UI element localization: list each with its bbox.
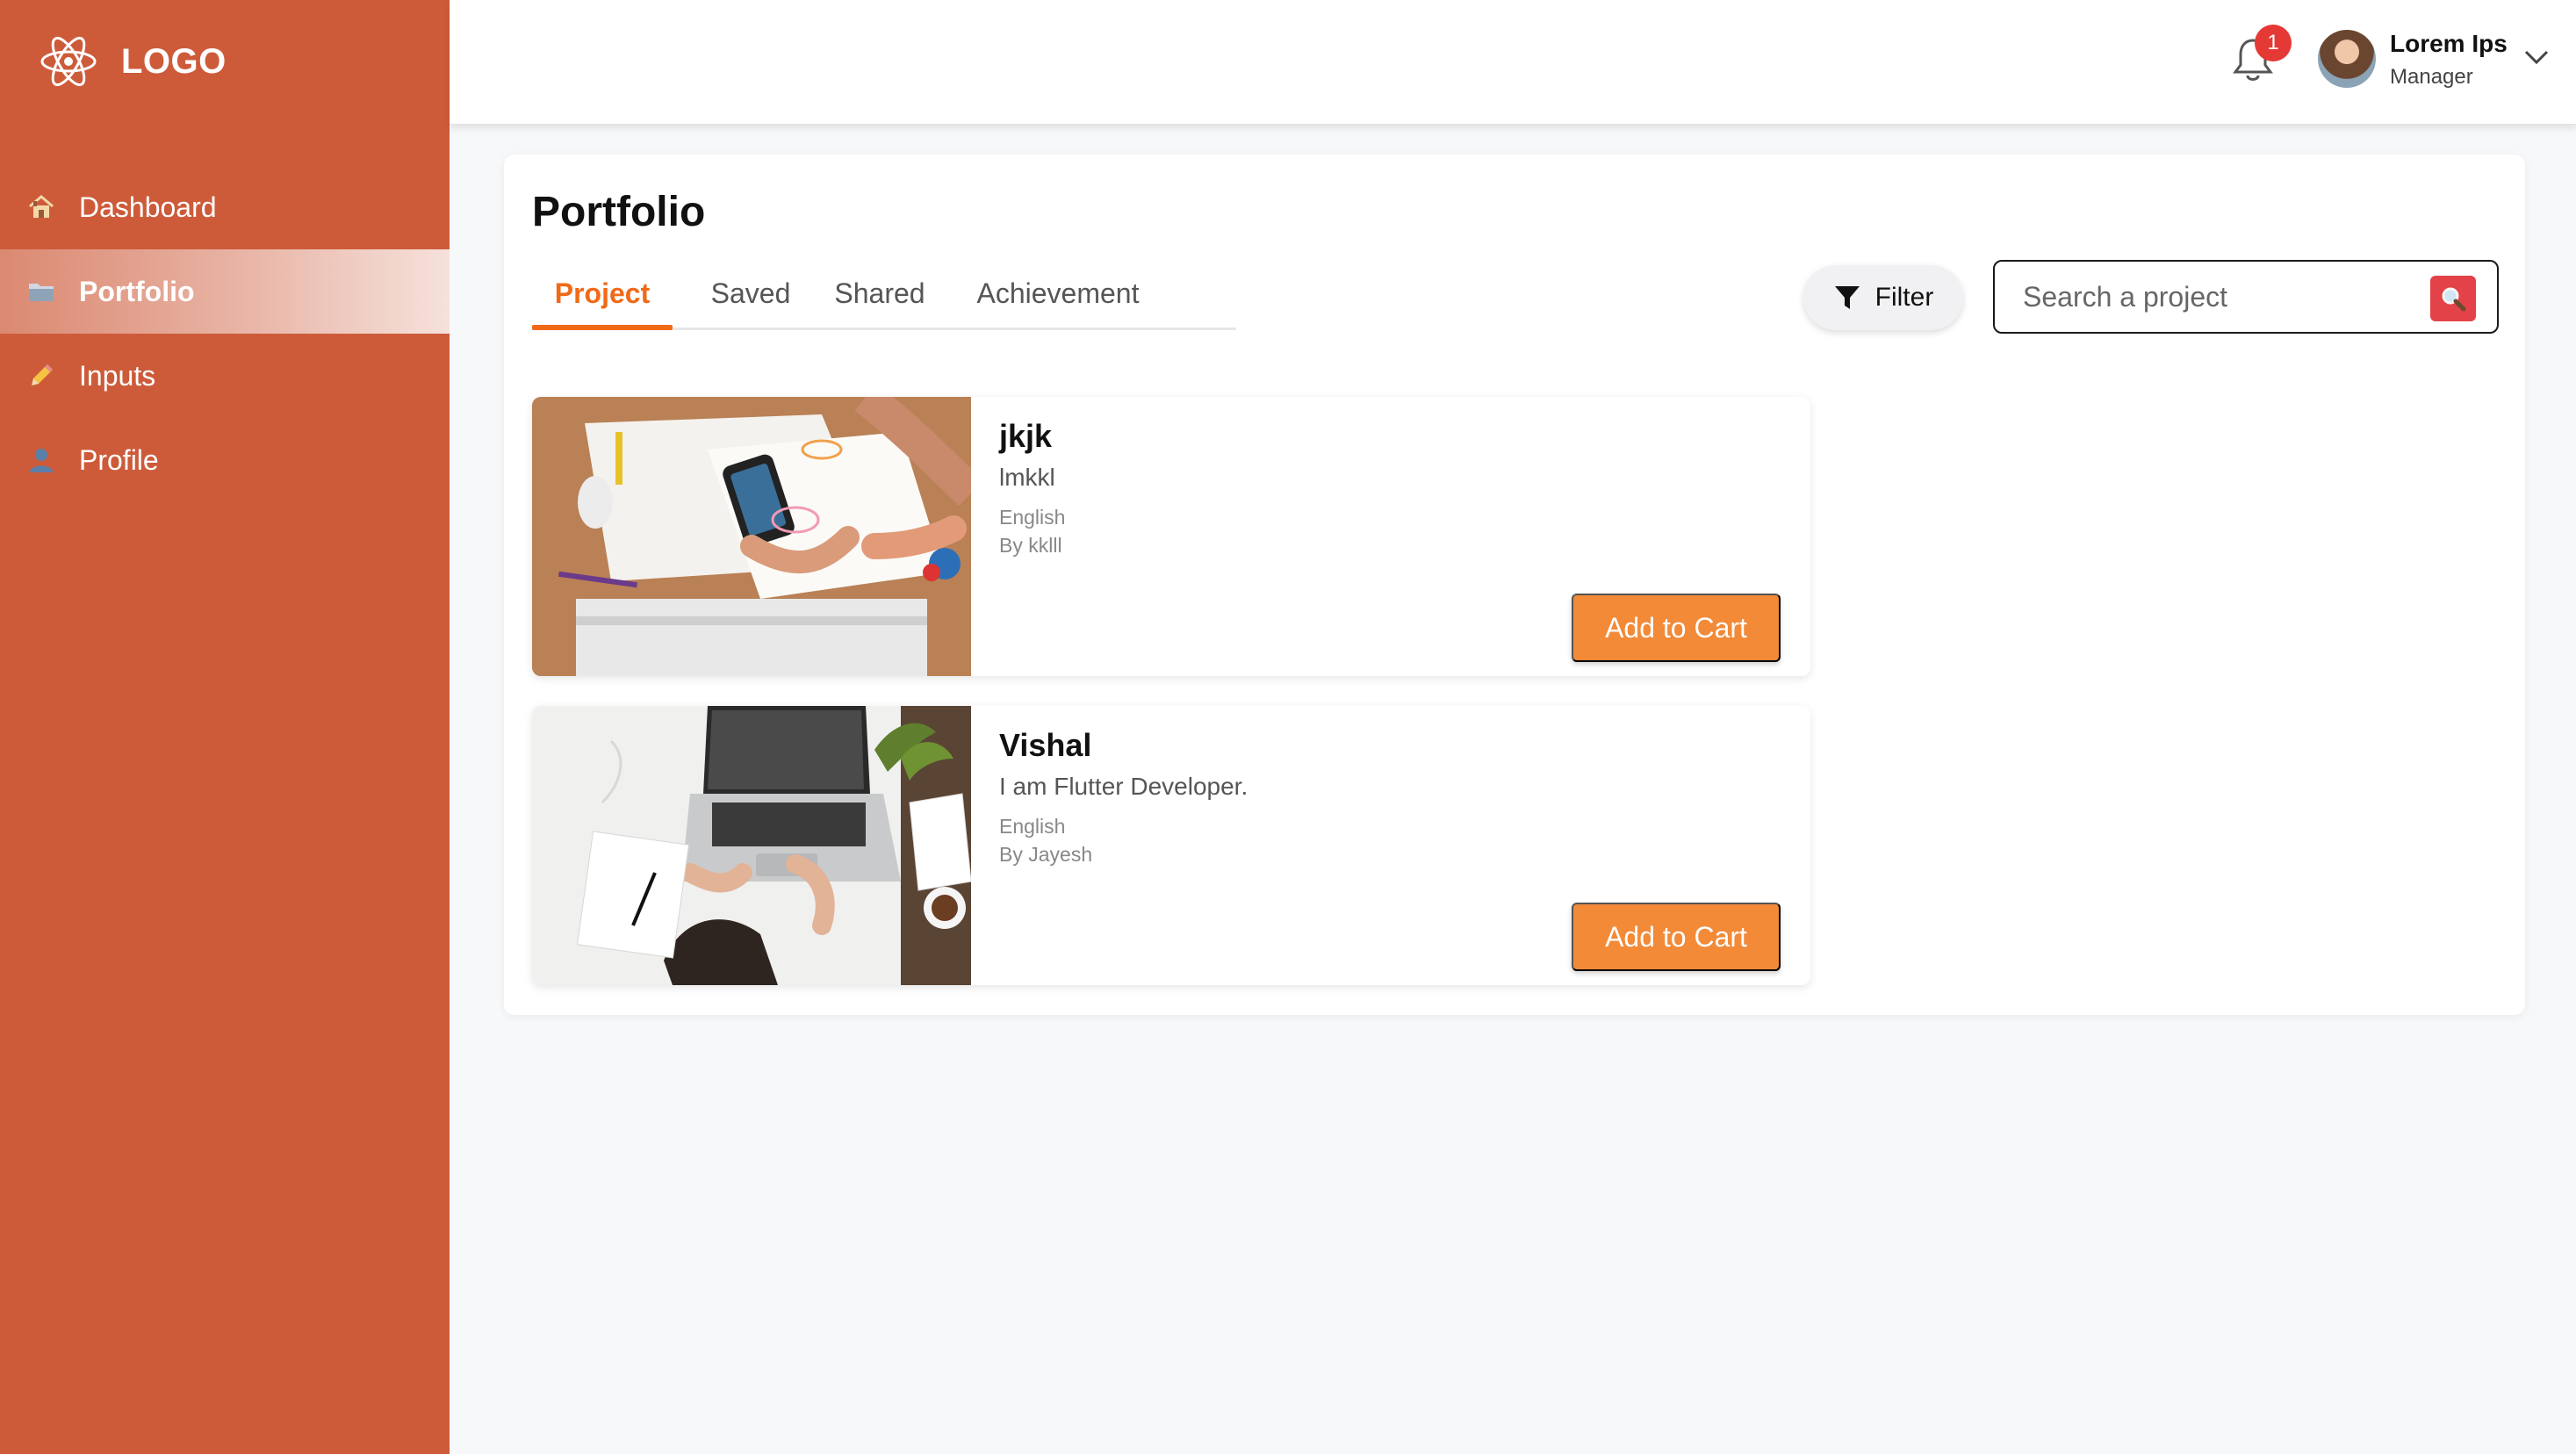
pencil-icon: [26, 361, 56, 391]
card-description: I am Flutter Developer.: [999, 773, 1248, 800]
sidebar-item-label: Dashboard: [79, 191, 217, 223]
sidebar-item-portfolio[interactable]: Portfolio: [0, 249, 450, 334]
tab-label: Saved: [710, 277, 791, 309]
card-description: lmkkl: [999, 464, 1055, 491]
avatar[interactable]: [2318, 30, 2376, 88]
sidebar-item-label: Portfolio: [79, 275, 195, 307]
chevron-down-icon[interactable]: [2523, 47, 2550, 67]
card-author: By kklll: [999, 534, 1062, 557]
tab-shared[interactable]: Shared: [825, 256, 934, 330]
sidebar: LOGO Dashboard Portfolio Inputs Profile: [0, 0, 450, 1454]
funnel-icon: [1833, 284, 1861, 312]
project-image: [532, 706, 971, 985]
card-title: jkjk: [999, 418, 1053, 454]
atom-logo-icon: [39, 32, 98, 91]
folder-icon: [26, 277, 56, 306]
user-menu[interactable]: Lorem Ips Manager: [2390, 30, 2508, 90]
tab-label: Achievement: [976, 277, 1140, 309]
filter-label: Filter: [1874, 283, 1934, 312]
tab-label: Project: [554, 277, 651, 309]
card-author: By Jayesh: [999, 843, 1093, 866]
card-title: Vishal: [999, 727, 1092, 763]
tab-label: Shared: [834, 277, 925, 309]
tab-project[interactable]: Project: [532, 256, 673, 330]
project-card[interactable]: Vishal I am Flutter Developer. English B…: [532, 706, 1810, 985]
add-to-cart-button[interactable]: Add to Cart: [1572, 594, 1781, 662]
card-language: English: [999, 506, 1066, 529]
card-language: English: [999, 815, 1066, 838]
house-icon: [26, 192, 56, 222]
filter-button[interactable]: Filter: [1803, 265, 1963, 330]
sidebar-nav: Dashboard Portfolio Inputs Profile: [0, 165, 450, 502]
search-button[interactable]: [2430, 276, 2476, 321]
user-role: Manager: [2390, 65, 2473, 89]
search-box: [1993, 260, 2499, 334]
brand[interactable]: LOGO: [39, 32, 227, 91]
search-input[interactable]: [2023, 280, 2392, 313]
page-title: Portfolio: [532, 189, 706, 235]
search-icon: [2440, 285, 2466, 312]
tab-saved[interactable]: Saved: [702, 256, 799, 330]
sidebar-item-label: Inputs: [79, 359, 156, 392]
active-tab-indicator: [532, 325, 673, 330]
sidebar-item-profile[interactable]: Profile: [0, 418, 450, 502]
sidebar-item-dashboard[interactable]: Dashboard: [0, 165, 450, 249]
notification-badge: 1: [2255, 25, 2292, 61]
project-image: [532, 397, 971, 676]
sidebar-item-label: Profile: [79, 443, 159, 476]
tab-achievement[interactable]: Achievement: [959, 256, 1157, 330]
add-to-cart-button[interactable]: Add to Cart: [1572, 903, 1781, 971]
tab-bar: Project Saved Shared Achievement: [532, 256, 1236, 330]
project-card[interactable]: jkjk lmkkl English By kklll Add to Cart: [532, 397, 1810, 676]
sidebar-item-inputs[interactable]: Inputs: [0, 334, 450, 418]
user-icon: [26, 445, 56, 475]
user-name: Lorem Ips: [2390, 30, 2508, 57]
brand-text: LOGO: [121, 41, 227, 81]
portfolio-panel: Portfolio Project Saved Shared Achieveme…: [504, 155, 2525, 1015]
